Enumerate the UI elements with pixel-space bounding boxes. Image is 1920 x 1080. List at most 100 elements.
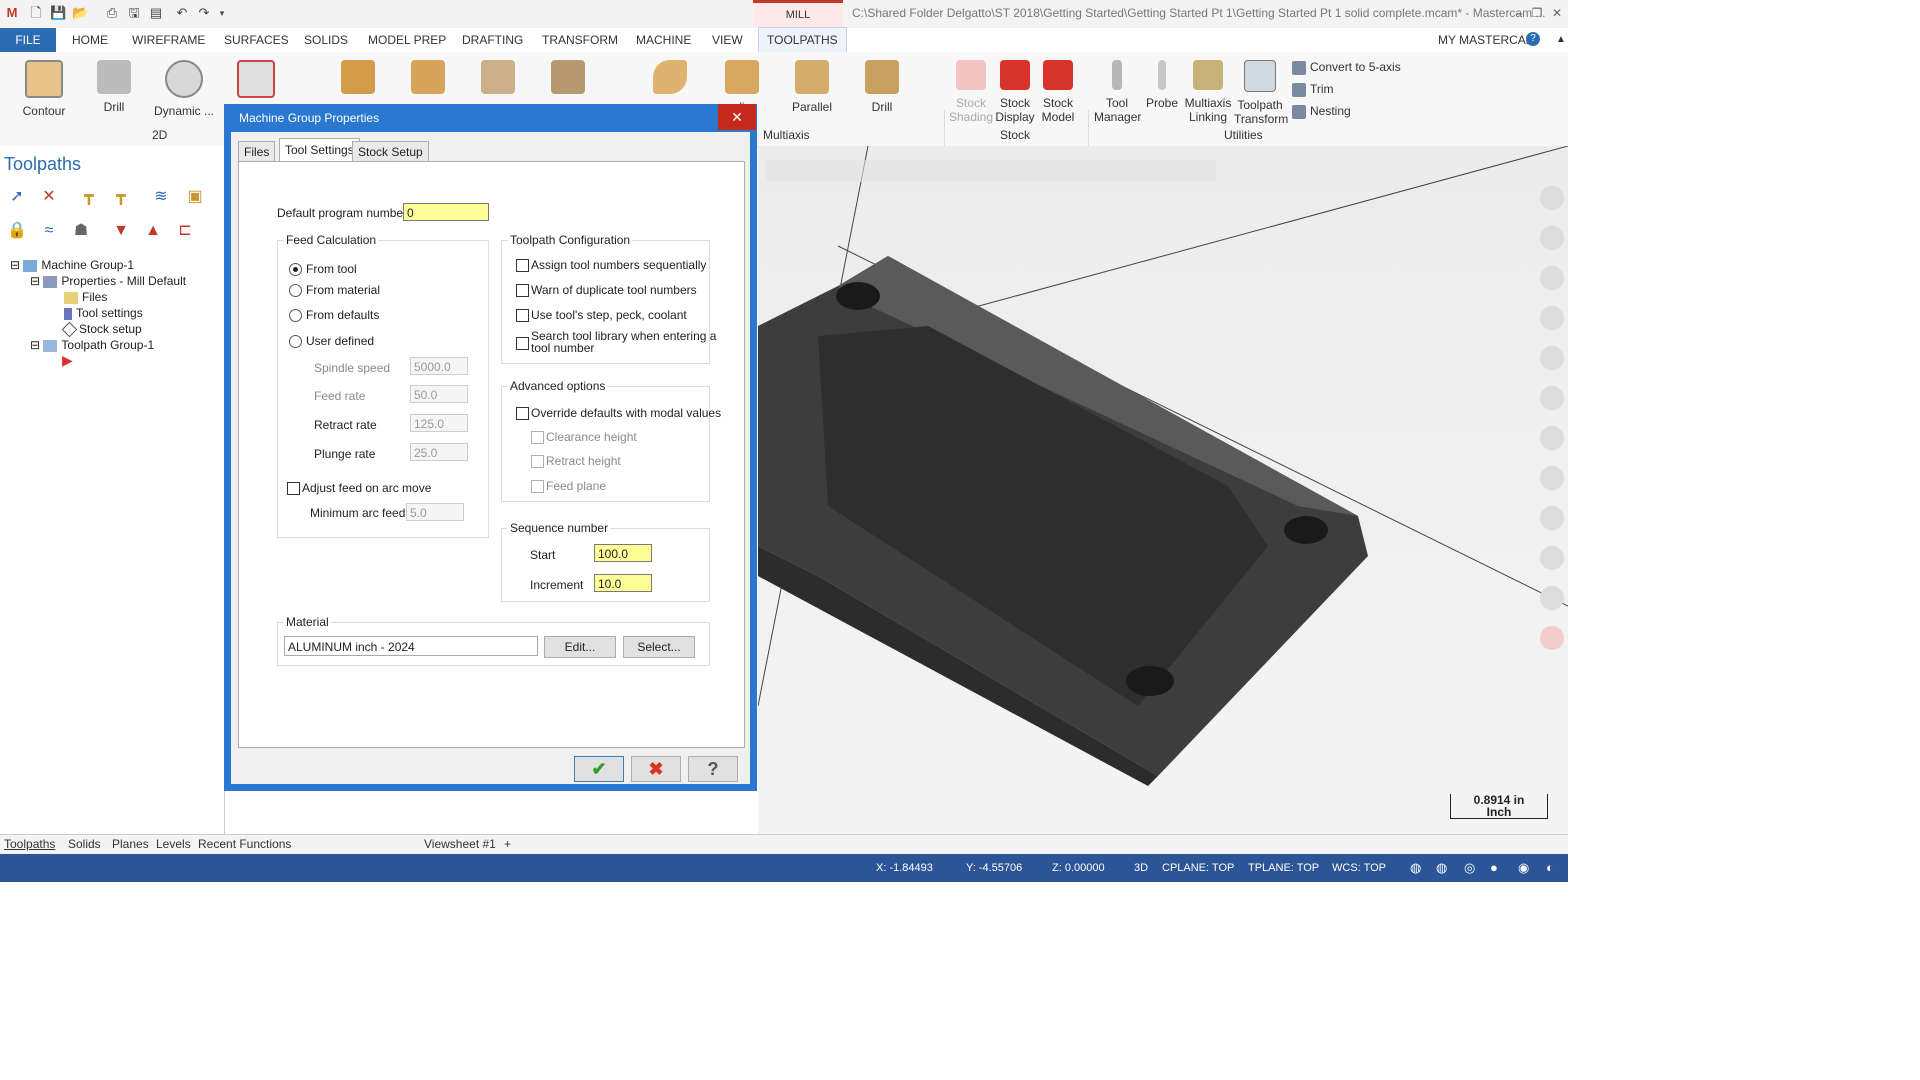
search-tool-library-checkbox[interactable] [516, 337, 529, 350]
search-tool-library-label-2[interactable]: tool number [531, 341, 594, 355]
parallel-button[interactable]: Parallel [780, 60, 844, 114]
tab-recent-functions[interactable]: Recent Functions [198, 837, 291, 851]
tree-properties[interactable]: ⊟ Properties - Mill Default [30, 274, 186, 288]
retract-height-label[interactable]: Retract height [546, 454, 621, 468]
multiaxis-button-1[interactable] [638, 60, 702, 100]
settings-icon[interactable] [1540, 586, 1564, 610]
probe-button[interactable]: Probe [1140, 60, 1184, 110]
3d-toolpath-button-2[interactable] [396, 60, 460, 100]
levels-icon[interactable] [1540, 506, 1564, 530]
tool-manager-button[interactable]: Tool Manager [1094, 60, 1141, 124]
3d-toolpath-button-4[interactable] [536, 60, 600, 100]
shaded-sphere-icon[interactable]: ● [1490, 860, 1498, 875]
tree-machine-group[interactable]: ⊟ Machine Group-1 [10, 258, 134, 272]
undo-icon[interactable]: ↶ [174, 5, 190, 21]
override-defaults-label[interactable]: Override defaults with modal values [531, 406, 721, 420]
tab-viewsheet-1[interactable]: Viewsheet #1 [424, 837, 496, 851]
clearance-height-checkbox[interactable] [531, 431, 544, 444]
stock-display-button[interactable]: Stock Display [992, 60, 1038, 124]
tab-toolpaths[interactable]: Toolpaths [4, 837, 55, 851]
status-cplane[interactable]: CPLANE: TOP [1162, 862, 1234, 874]
retract-rate-input[interactable]: 125.0 [410, 414, 468, 432]
clearance-height-label[interactable]: Clearance height [546, 430, 637, 444]
lock-icon[interactable]: 🔒 [6, 220, 28, 242]
warn-duplicate-label[interactable]: Warn of duplicate tool numbers [531, 283, 697, 297]
tab-planes[interactable]: Planes [112, 837, 149, 851]
from-defaults-radio[interactable] [289, 309, 302, 322]
minimize-icon[interactable]: – [1510, 4, 1528, 22]
menu-file[interactable]: FILE [0, 28, 56, 52]
move-down-icon[interactable]: ▼ [110, 220, 132, 242]
plunge-rate-input[interactable]: 25.0 [410, 443, 468, 461]
tree-files[interactable]: Files [64, 290, 107, 304]
convert-5axis-button[interactable]: Convert to 5-axis [1292, 60, 1401, 75]
backplot-icon[interactable]: ≋ [150, 186, 172, 208]
floating-toolbar[interactable] [766, 160, 1216, 182]
dynamic-button[interactable]: Dynamic ... [152, 60, 216, 118]
save-icon[interactable]: 💾 [50, 5, 66, 21]
shaded-edges-icon[interactable]: ◉ [1518, 860, 1529, 876]
redo-icon[interactable]: ↷ [196, 5, 212, 21]
add-viewsheet-button[interactable]: + [504, 837, 511, 851]
status-tplane[interactable]: TPLANE: TOP [1248, 862, 1319, 874]
regenerate-icon[interactable]: ┳ [78, 186, 100, 208]
help-button[interactable]: ? [688, 756, 738, 782]
from-material-label[interactable]: From material [306, 283, 380, 297]
wireframe-sphere-icon[interactable]: ◎ [1464, 860, 1475, 876]
customize-qat-icon[interactable]: ▾ [214, 5, 230, 21]
tree-toolpath-group[interactable]: ⊟ Toolpath Group-1 [30, 338, 154, 352]
status-3d[interactable]: 3D [1134, 862, 1148, 874]
measure-icon[interactable] [1540, 386, 1564, 410]
dialog-close-button[interactable]: ✕ [718, 104, 756, 130]
from-tool-radio[interactable] [289, 263, 302, 276]
rotate-icon[interactable] [1540, 266, 1564, 290]
menu-transform[interactable]: TRANSFORM [534, 28, 626, 52]
graphics-viewport[interactable] [758, 146, 1568, 834]
ghost-icon[interactable]: ☗ [70, 220, 92, 242]
regenerate-dirty-icon[interactable]: ┳ [110, 186, 132, 208]
globe-icon[interactable]: ◍ [1410, 860, 1421, 876]
recent-icon[interactable]: ▤ [148, 5, 164, 21]
sequence-start-input[interactable]: 100.0 [594, 544, 652, 562]
analyze-icon[interactable] [1540, 426, 1564, 450]
tab-solids[interactable]: Solids [68, 837, 101, 851]
deselect-icon[interactable]: ✕ [38, 186, 60, 208]
spindle-speed-input[interactable]: 5000.0 [410, 357, 468, 375]
material-edit-button[interactable]: Edit... [544, 636, 616, 658]
menu-surfaces[interactable]: SURFACES [216, 28, 297, 52]
status-wcs[interactable]: WCS: TOP [1332, 862, 1386, 874]
help-icon[interactable]: ? [1526, 32, 1540, 46]
menu-drafting[interactable]: DRAFTING [454, 28, 531, 52]
tab-stock-setup[interactable]: Stock Setup [352, 141, 429, 162]
translucency-icon[interactable]: ◐ [1546, 860, 1554, 875]
multiaxis-linking-button[interactable]: Multiaxis Linking [1182, 60, 1234, 124]
stock-model-button[interactable]: Stock Model [1034, 60, 1082, 124]
zoom-in-icon[interactable] [1540, 186, 1564, 210]
move-up-icon[interactable]: ▲ [142, 220, 164, 242]
cancel-button[interactable]: ✖ [631, 756, 681, 782]
toolpath-transform-button[interactable]: Toolpath Transform [1234, 60, 1288, 126]
warn-duplicate-checkbox[interactable] [516, 284, 529, 297]
verify-icon[interactable]: ▣ [184, 186, 206, 208]
menu-view[interactable]: VIEW [704, 28, 751, 52]
insert-arrow-icon[interactable]: ⊏ [174, 220, 196, 242]
contour-button[interactable]: Contour [12, 60, 76, 118]
sequence-increment-input[interactable]: 10.0 [594, 574, 652, 592]
assign-sequential-checkbox[interactable] [516, 259, 529, 272]
feed-plane-label[interactable]: Feed plane [546, 479, 606, 493]
feed-rate-input[interactable]: 50.0 [410, 385, 468, 403]
adjust-feed-arc-checkbox[interactable] [287, 482, 300, 495]
ok-button[interactable]: ✔ [574, 756, 624, 782]
material-select-button[interactable]: Select... [623, 636, 695, 658]
shade-icon[interactable] [1540, 466, 1564, 490]
from-material-radio[interactable] [289, 284, 302, 297]
adjust-feed-arc-label[interactable]: Adjust feed on arc move [302, 481, 431, 495]
from-tool-label[interactable]: From tool [306, 262, 357, 276]
drill-multiaxis-button[interactable]: Drill [850, 60, 914, 114]
close-window-icon[interactable]: ✕ [1548, 4, 1566, 22]
view-icon[interactable] [1540, 306, 1564, 330]
feed-plane-checkbox[interactable] [531, 480, 544, 493]
tree-stock-setup[interactable]: Stock setup [61, 322, 142, 338]
restore-icon[interactable]: ❐ [1528, 4, 1546, 22]
user-defined-radio[interactable] [289, 335, 302, 348]
